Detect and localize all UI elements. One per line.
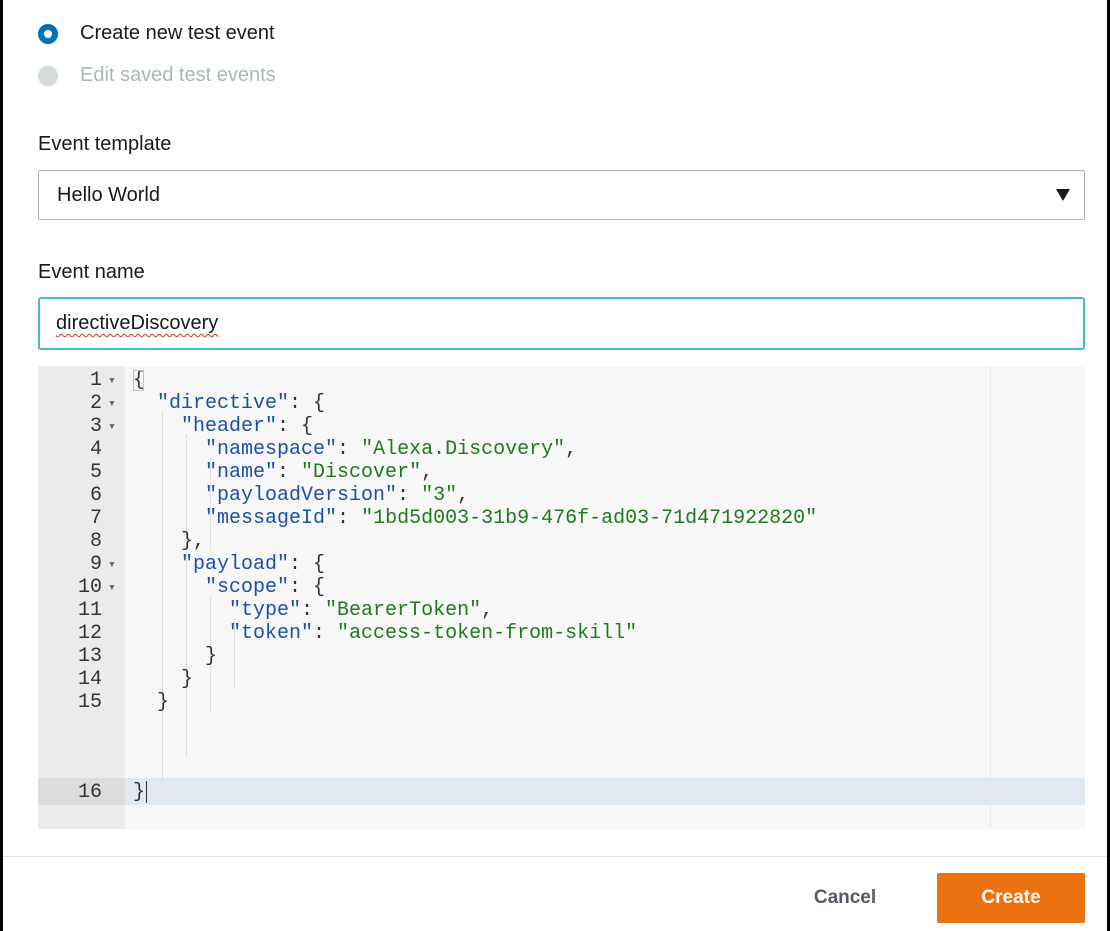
code-text: }	[133, 781, 146, 804]
code-text: "token": "access-token-from-skill"	[229, 622, 638, 645]
line-number: 6	[89, 484, 102, 507]
event-template-select[interactable]: Hello World	[38, 170, 1085, 220]
radio-create-new-label: Create new test event	[80, 22, 275, 44]
code-line[interactable]: 6 "payloadVersion": "3",	[38, 484, 1085, 507]
code-text: },	[133, 530, 206, 553]
code-line[interactable]: 8 },	[38, 530, 1085, 553]
code-text: "header": {	[181, 415, 314, 438]
event-name-label: Event name	[38, 261, 145, 283]
code-line[interactable]: 5 "name": "Discover",	[38, 461, 1085, 484]
code-line[interactable]: 1 ▾{	[38, 369, 1085, 392]
fold-arrow-icon[interactable]: ▾	[108, 392, 116, 415]
event-template-value: Hello World	[57, 183, 160, 206]
event-template-label: Event template	[38, 133, 172, 155]
fold-arrow-icon[interactable]: ▾	[108, 369, 116, 392]
radio-selected-icon[interactable]	[38, 23, 58, 44]
line-number: 12	[77, 622, 102, 645]
event-name-value: directiveDiscovery	[56, 312, 219, 334]
code-line[interactable]: 14 }	[38, 668, 1085, 691]
line-number: 14	[77, 668, 102, 691]
line-number: 11	[77, 599, 102, 622]
code-line[interactable]: 13 }	[38, 645, 1085, 668]
code-line[interactable]: 11 "type": "BearerToken",	[38, 599, 1085, 622]
line-number: 5	[89, 461, 102, 484]
line-number: 15	[77, 691, 102, 714]
radio-create-new[interactable]: Create new test event	[38, 22, 275, 45]
text-cursor	[146, 781, 147, 803]
code-line[interactable]: 15 }	[38, 691, 1085, 714]
code-line[interactable]: 4 "namespace": "Alexa.Discovery",	[38, 438, 1085, 461]
line-number: 1	[89, 369, 102, 392]
line-number: 7	[89, 507, 102, 530]
radio-edit-saved[interactable]: Edit saved test events	[38, 64, 276, 87]
code-text: "messageId": "1bd5d003-31b9-476f-ad03-71…	[205, 507, 818, 530]
code-text: "payloadVersion": "3",	[205, 484, 470, 507]
code-line[interactable]: 7 "messageId": "1bd5d003-31b9-476f-ad03-…	[38, 507, 1085, 530]
code-text: "payload": {	[181, 553, 326, 576]
line-number: 8	[89, 530, 102, 553]
code-text: }	[133, 645, 218, 668]
cancel-button[interactable]: Cancel	[790, 873, 900, 923]
code-text: "scope": {	[205, 576, 326, 599]
radio-edit-saved-label: Edit saved test events	[80, 64, 276, 86]
bracket-match-highlight	[133, 370, 144, 391]
code-text: "namespace": "Alexa.Discovery",	[205, 438, 578, 461]
line-number: 2	[89, 392, 102, 415]
code-line[interactable]: 2 ▾ "directive": {	[38, 392, 1085, 415]
code-line[interactable]: 10 ▾ "scope": {	[38, 576, 1085, 599]
line-number: 16	[77, 781, 102, 804]
radio-disabled-icon[interactable]	[38, 65, 58, 86]
code-line[interactable]: 12 "token": "access-token-from-skill"	[38, 622, 1085, 645]
code-text: }	[133, 668, 194, 691]
line-number: 4	[89, 438, 102, 461]
code-line[interactable]: 3 ▾ "header": {	[38, 415, 1085, 438]
code-text: "name": "Discover",	[205, 461, 434, 484]
fold-arrow-icon[interactable]: ▾	[108, 415, 116, 438]
create-button[interactable]: Create	[937, 873, 1085, 923]
line-number: 13	[77, 645, 102, 668]
event-name-input[interactable]: directiveDiscovery	[38, 297, 1085, 350]
fold-arrow-icon[interactable]: ▾	[108, 553, 116, 576]
code-text: }	[133, 691, 170, 714]
caret-down-icon	[1056, 189, 1070, 201]
dialog-left-border	[0, 0, 3, 931]
line-number: 10	[77, 576, 102, 599]
fold-arrow-icon[interactable]: ▾	[108, 576, 116, 599]
json-code-editor[interactable]: 1 ▾{2 ▾ "directive": {3 ▾ "header": {4 "nam…	[38, 366, 1085, 829]
code-line[interactable]: 16}	[38, 781, 1085, 804]
footer-divider	[3, 856, 1107, 857]
code-line[interactable]: 9 ▾ "payload": {	[38, 553, 1085, 576]
code-text: "type": "BearerToken",	[229, 599, 494, 622]
line-number: 3	[89, 415, 102, 438]
code-text: "directive": {	[157, 392, 326, 415]
line-number: 9	[89, 553, 102, 576]
